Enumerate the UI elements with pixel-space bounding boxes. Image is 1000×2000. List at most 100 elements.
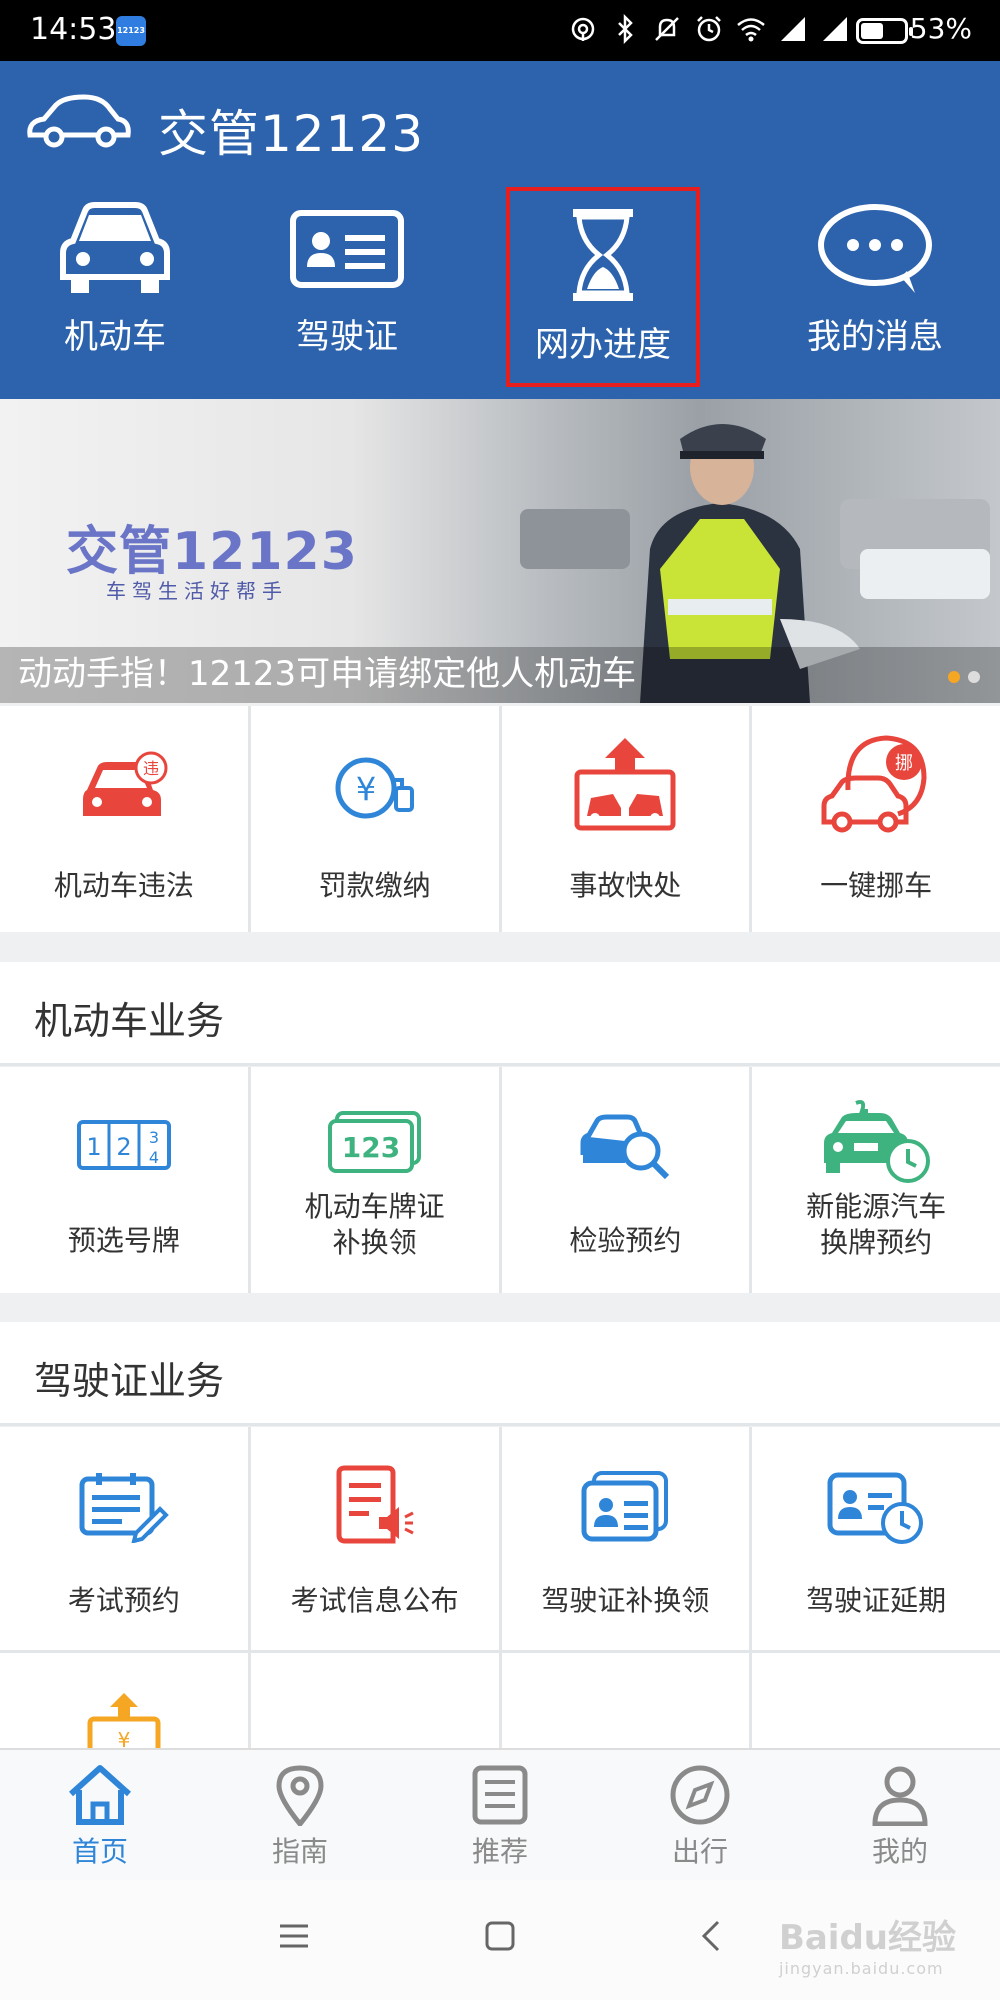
signal-icon-2 [823,17,847,41]
quick-license[interactable]: 驾驶证 [242,201,452,401]
nav-label: 指南 [271,1835,328,1868]
svg-text:123: 123 [341,1131,399,1164]
service-exam-info[interactable]: 考试信息公布 [250,1427,499,1650]
fine-payment-icon: ¥ [335,757,414,819]
nav-recommend[interactable]: 推荐 [400,1750,600,1880]
carousel-dot[interactable] [968,671,980,683]
exam-info-icon [336,1465,414,1544]
plate-replace-icon: 123 [327,1111,421,1173]
promo-banner[interactable]: 交管12123 车驾生活好帮手 动动手指！12123可申请绑定他人机动车 [0,399,1000,703]
hotspot-icon [571,17,595,41]
service-label: 预选号牌 [67,1224,180,1257]
license-extend-icon [827,1472,924,1544]
service-label: 考试信息公布 [290,1584,459,1617]
status-icons [568,14,850,44]
license-card-icon [290,210,404,288]
logo-car-icon [27,94,131,148]
hourglass-icon [573,209,633,301]
new-energy-icon [824,1100,931,1183]
service-license-replace[interactable]: 驾驶证补换领 [501,1427,750,1650]
svg-text:1: 1 [86,1133,101,1161]
service-exam-booking[interactable]: 考试预约 [0,1427,248,1650]
empty-cell [501,1653,750,1748]
app-notification-icon: 12123 [116,16,146,46]
service-label-line2: 补换领 [332,1226,417,1259]
top-services-grid: 违 机动车违法 ¥ 罚款缴纳 事故快处 挪 一键挪车 [0,706,1000,932]
list-doc-icon [472,1765,528,1825]
home-icon [68,1765,132,1825]
battery-percent: 53% [909,12,972,45]
banner-caption: 动动手指！12123可申请绑定他人机动车 [18,654,637,694]
service-label: 事故快处 [569,869,682,902]
license-replace-icon [581,1471,669,1542]
vehicle-section-header: 机动车业务 [0,962,1000,1066]
app-header: 交管12123 机动车 驾驶证 网办进度 我的消息 [0,61,1000,399]
service-fine-payment[interactable]: ¥ 罚款缴纳 [250,706,499,932]
section-title: 机动车业务 [34,999,225,1043]
bluetooth-icon [618,14,633,44]
back-icon[interactable] [694,1918,730,1954]
empty-cell [752,1653,1000,1748]
move-car-icon: 挪 [821,735,927,833]
quick-label: 机动车 [64,317,166,357]
svg-text:4: 4 [149,1148,159,1167]
service-plate-replace[interactable]: 123 机动车牌证 补换领 [250,1067,499,1293]
service-accident[interactable]: 事故快处 [501,706,750,932]
compass-icon [670,1765,730,1825]
section-title: 驾驶证业务 [34,1359,225,1403]
bottom-nav: 首页 指南 推荐 出行 我的 [0,1748,1000,1880]
quick-online-progress[interactable]: 网办进度 [506,187,700,387]
quick-label: 驾驶证 [296,317,398,357]
location-pin-icon [276,1765,324,1826]
quick-label: 网办进度 [535,325,671,365]
empty-cell [250,1653,499,1748]
menu-icon[interactable] [276,1918,312,1954]
license-section-header: 驾驶证业务 [0,1322,1000,1426]
plate-number-icon: 1 2 3 4 [76,1120,171,1170]
service-move-car[interactable]: 挪 一键挪车 [752,706,1000,932]
svg-text:挪: 挪 [895,753,913,774]
nav-travel[interactable]: 出行 [600,1750,800,1880]
quick-messages[interactable]: 我的消息 [760,201,990,401]
quick-vehicle[interactable]: 机动车 [10,201,220,401]
service-label-line1: 新能源汽车 [806,1190,947,1223]
status-bar: 14:53 12123 53% [0,0,1000,61]
service-inspection-booking[interactable]: 检验预约 [501,1067,750,1293]
nav-guide[interactable]: 指南 [200,1750,400,1880]
watermark-text: Baidu经验 [778,1918,956,1958]
system-nav-bar: Baidu经验 jingyan.baidu.com [0,1880,1000,2000]
accident-icon [574,738,676,831]
nav-mine[interactable]: 我的 [800,1750,1000,1880]
fee-payment-icon: ¥ [87,1693,161,1748]
vehicle-services-grid: 1 2 3 4 预选号牌 123 机动车牌证 补换领 检验预约 新能源汽车 换牌… [0,1067,1000,1293]
user-icon [872,1766,928,1826]
quick-label: 我的消息 [807,317,943,357]
service-label: 检验预约 [569,1224,682,1257]
service-label-line2: 换牌预约 [820,1226,933,1259]
license-services-grid: 考试预约 考试信息公布 驾驶证补换领 驾驶证延期 ¥ [0,1427,1000,1748]
carousel-dots [948,671,980,683]
banner-slogan: 车驾生活好帮手 [106,579,288,603]
battery-icon [856,18,913,44]
service-plate-select[interactable]: 1 2 3 4 预选号牌 [0,1067,248,1293]
violation-car-icon: 违 [82,751,168,816]
service-label: 罚款缴纳 [318,869,431,902]
service-new-energy-plate[interactable]: 新能源汽车 换牌预约 [752,1067,1000,1293]
svg-text:¥: ¥ [355,770,375,808]
svg-text:¥: ¥ [118,1728,131,1748]
service-vehicle-violation[interactable]: 违 机动车违法 [0,706,248,932]
home-square-icon[interactable] [482,1918,518,1954]
svg-text:3: 3 [149,1128,159,1147]
service-label: 驾驶证延期 [806,1584,947,1617]
nav-home[interactable]: 首页 [0,1750,200,1880]
service-license-extend[interactable]: 驾驶证延期 [752,1427,1000,1650]
carousel-dot[interactable] [948,671,960,683]
mute-icon [655,17,679,41]
alarm-icon [697,16,721,42]
app-title: 交管12123 [158,105,425,163]
svg-text:2: 2 [116,1133,131,1161]
service-partial-item[interactable]: ¥ [0,1653,248,1748]
status-time: 14:53 [30,12,117,47]
wifi-icon [737,18,765,42]
service-label: 机动车违法 [53,869,194,902]
